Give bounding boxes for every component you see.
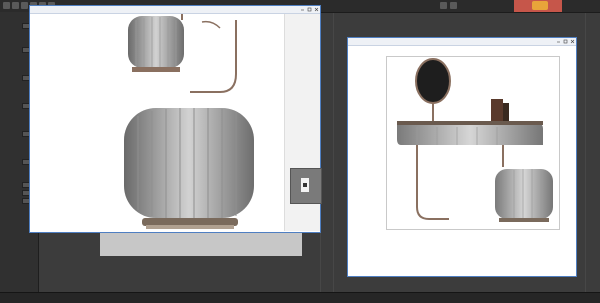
image-canvas [102, 12, 282, 231]
image-viewer-window-1[interactable] [29, 5, 321, 233]
select-icon[interactable] [21, 2, 28, 9]
render-setup-icon[interactable] [440, 2, 447, 9]
logo-icon [532, 1, 548, 10]
minimize-icon[interactable] [300, 7, 305, 12]
image-viewer-window-2[interactable] [347, 37, 577, 277]
window-titlebar[interactable] [30, 6, 320, 14]
redo-icon[interactable] [12, 2, 19, 9]
timeline[interactable] [0, 292, 600, 303]
stool-image-top [128, 12, 237, 93]
grid-line [585, 12, 586, 294]
minimize-icon[interactable] [556, 39, 561, 44]
grid-line [333, 12, 334, 294]
vanity-image [386, 56, 560, 230]
close-icon[interactable] [570, 39, 575, 44]
undo-icon[interactable] [3, 2, 10, 9]
document-icon [301, 178, 309, 192]
maximize-icon[interactable] [307, 7, 312, 12]
maximize-icon[interactable] [563, 39, 568, 44]
file-thumbnail[interactable] [290, 168, 322, 204]
window-titlebar[interactable] [348, 38, 576, 46]
app-badge [514, 0, 562, 12]
render-icon[interactable] [450, 2, 457, 9]
stool-image-large [124, 108, 254, 229]
close-icon[interactable] [314, 7, 319, 12]
viewport-panel [100, 230, 302, 256]
